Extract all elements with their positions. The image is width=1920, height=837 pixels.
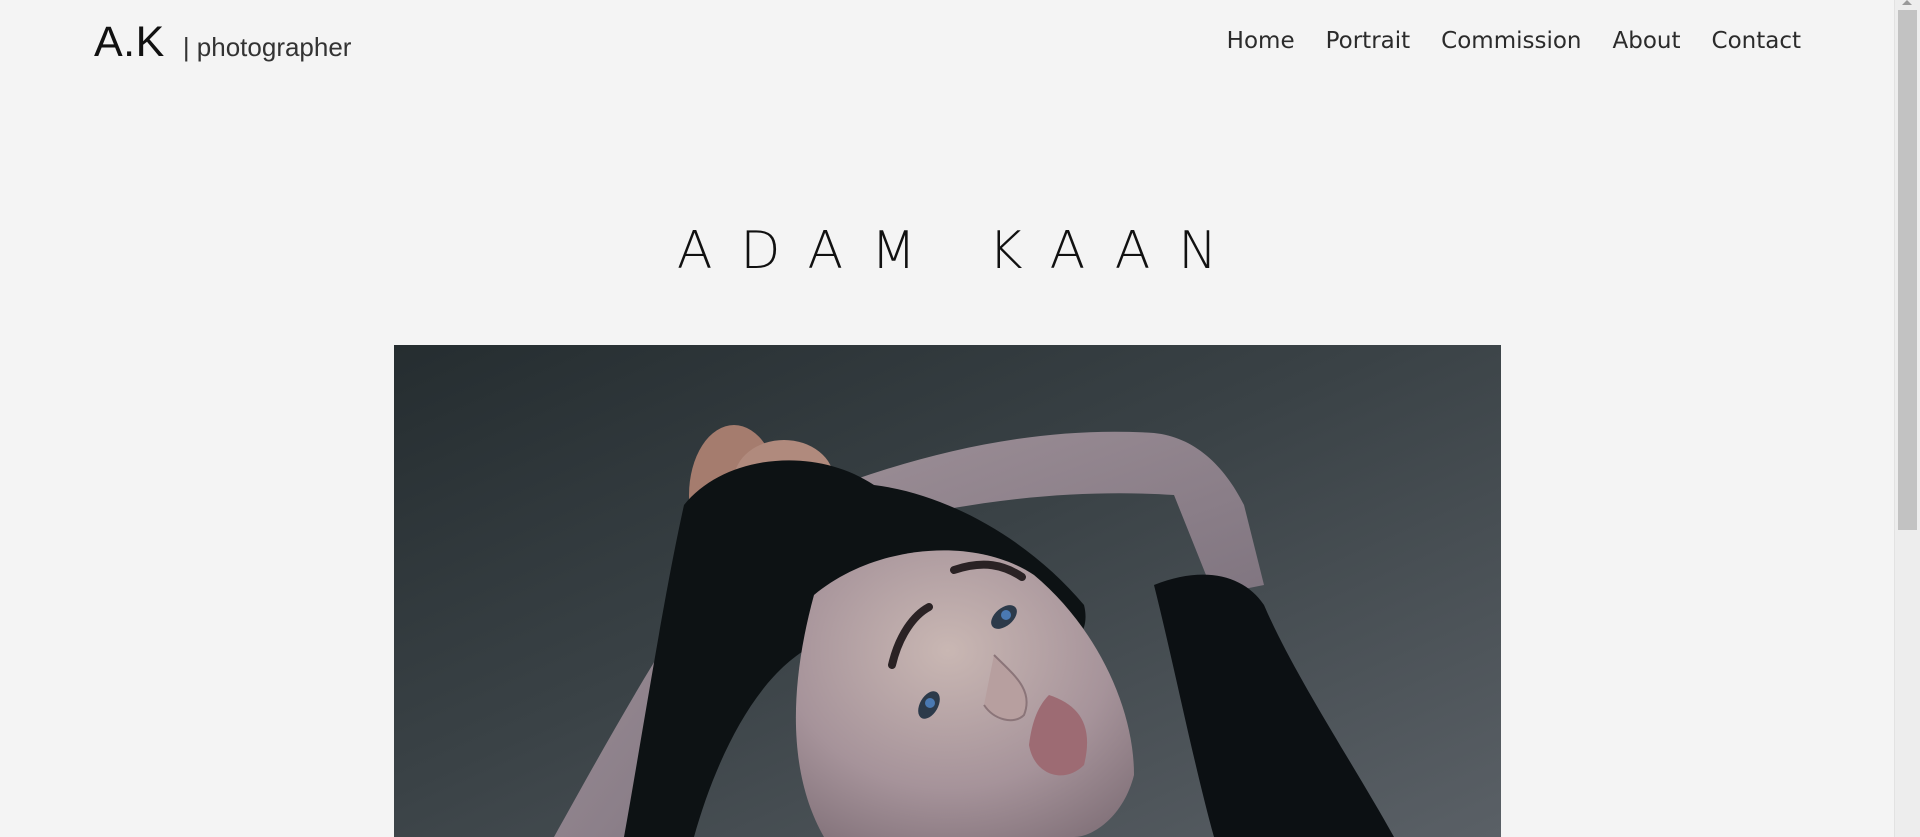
- vertical-scrollbar[interactable]: [1894, 0, 1920, 837]
- site-tagline: | photographer: [182, 32, 352, 62]
- site-header: A.K | photographer Home Portrait Commiss…: [0, 0, 1894, 90]
- nav-item-contact[interactable]: Contact: [1712, 28, 1801, 54]
- scroll-up-arrow-icon[interactable]: [1902, 0, 1912, 5]
- page: A.K | photographer Home Portrait Commiss…: [0, 0, 1894, 837]
- portrait-photo-illustration: [394, 345, 1501, 837]
- portrait-photo: [394, 345, 1501, 837]
- nav-item-commission[interactable]: Commission: [1441, 28, 1581, 54]
- nav-item-about[interactable]: About: [1613, 28, 1681, 54]
- main-nav: Home Portrait Commission About Contact: [1227, 28, 1801, 54]
- scrollbar-thumb[interactable]: [1898, 10, 1917, 530]
- site-logo[interactable]: A.K: [94, 18, 165, 67]
- nav-item-home[interactable]: Home: [1227, 28, 1295, 54]
- page-title-text: ADAM KAAN: [676, 220, 1246, 281]
- brand[interactable]: A.K | photographer: [94, 18, 351, 67]
- nav-item-portrait[interactable]: Portrait: [1326, 28, 1411, 54]
- page-title: ADAM KAAN: [0, 221, 1894, 281]
